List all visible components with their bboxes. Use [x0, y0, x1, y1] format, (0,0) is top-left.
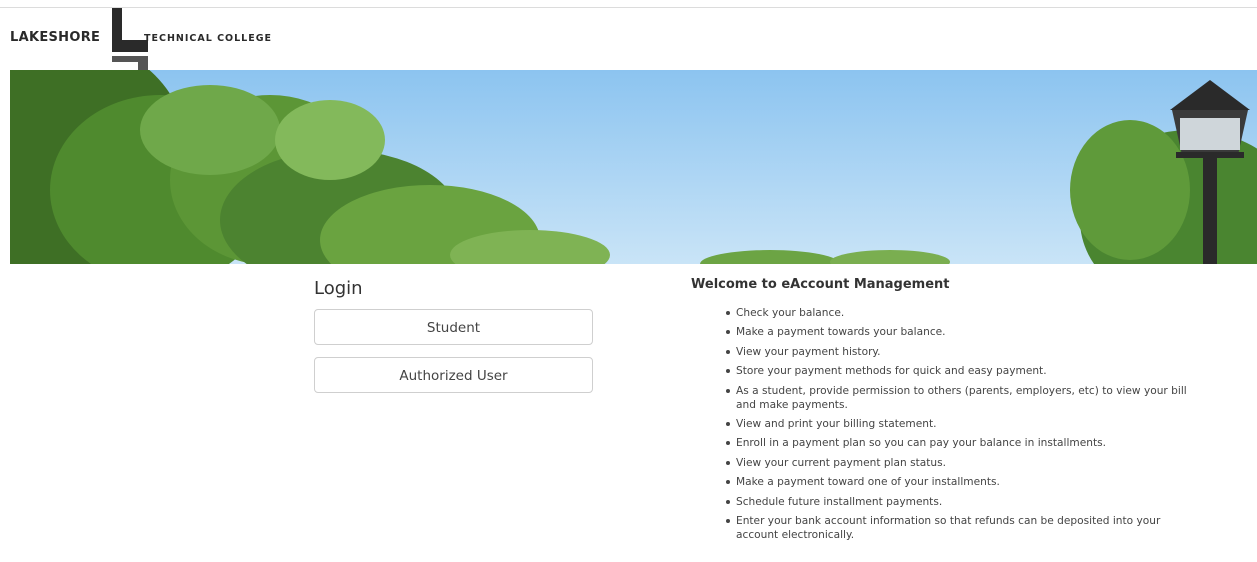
list-item: Make a payment toward one of your instal…	[726, 475, 1191, 489]
student-login-button[interactable]: Student	[314, 309, 593, 345]
login-title: Login	[314, 278, 363, 299]
top-rule	[0, 0, 1257, 8]
logo-text-technical-college: TECHNICAL COLLEGE	[144, 33, 272, 44]
logo-text-lakeshore: LAKESHORE	[10, 30, 101, 45]
list-item: View your current payment plan status.	[726, 456, 1191, 470]
list-item: View and print your billing statement.	[726, 417, 1191, 431]
list-item: As a student, provide permission to othe…	[726, 384, 1191, 412]
welcome-title: Welcome to eAccount Management	[691, 277, 950, 292]
college-logo[interactable]: LAKESHORE TECHNICAL COLLEGE	[10, 8, 280, 70]
list-item: Enter your bank account information so t…	[726, 514, 1191, 542]
authorized-user-login-button[interactable]: Authorized User	[314, 357, 593, 393]
page: LAKESHORE TECHNICAL COLLEGE Login Studen…	[0, 0, 1257, 562]
feature-list: Check your balance. Make a payment towar…	[691, 306, 1191, 542]
list-item: Schedule future installment payments.	[726, 495, 1191, 509]
list-item: Make a payment towards your balance.	[726, 325, 1191, 339]
welcome-panel: Welcome to eAccount Management Check you…	[691, 277, 1191, 547]
list-item: Check your balance.	[726, 306, 1191, 320]
list-item: Store your payment methods for quick and…	[726, 364, 1191, 378]
campus-trees-photo-icon	[10, 70, 1257, 264]
list-item: View your payment history.	[726, 345, 1191, 359]
list-item: Enroll in a payment plan so you can pay …	[726, 436, 1191, 450]
hero-banner	[10, 70, 1257, 264]
header: LAKESHORE TECHNICAL COLLEGE	[0, 8, 1257, 70]
login-panel: Login Student Authorized User	[314, 278, 594, 405]
